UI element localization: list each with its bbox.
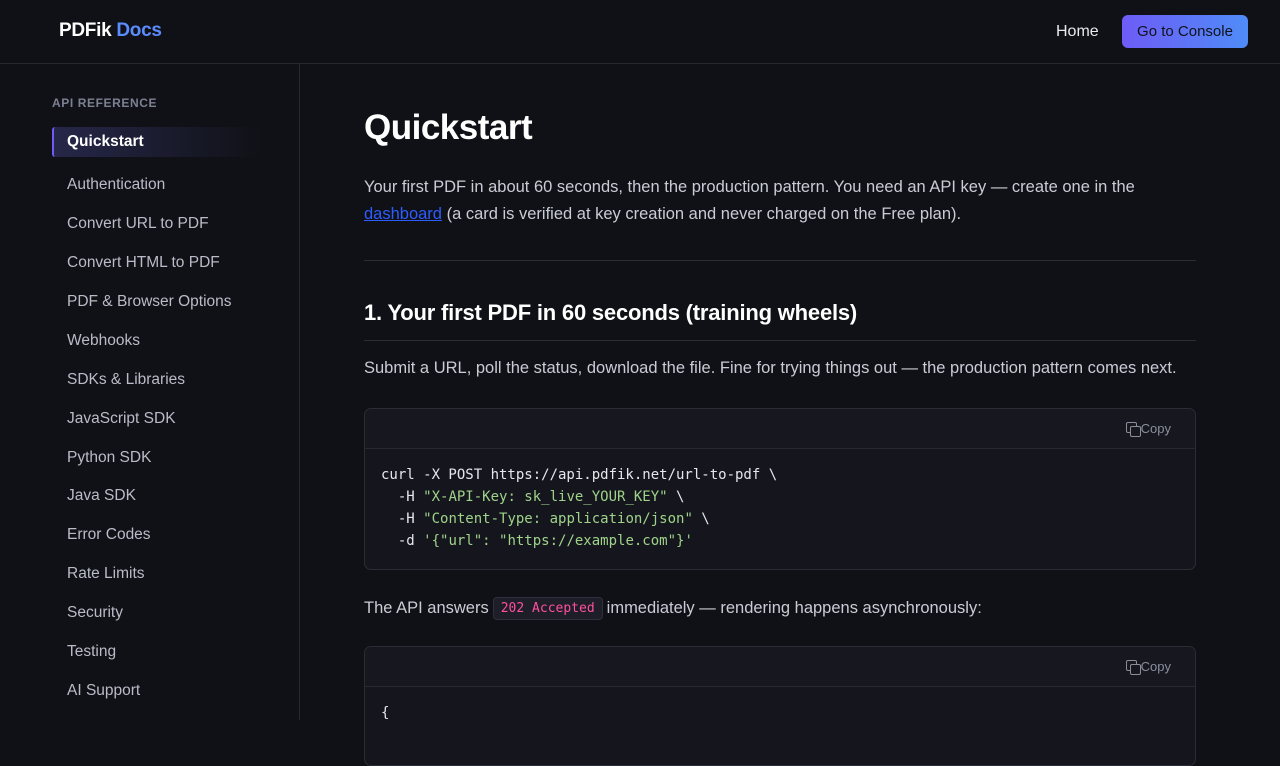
copy-icon [1125,421,1141,437]
top-bar: PDFik Docs Home Go to Console [0,0,1280,64]
sidebar: API REFERENCE Quickstart Authentication … [0,64,300,720]
copy-icon [1125,659,1141,675]
copy-label: Copy [1140,659,1171,674]
copy-button[interactable]: Copy [1125,659,1171,675]
sidebar-item-ai-support[interactable]: AI Support [52,671,262,710]
logo-brand: PDFik [59,20,112,41]
code-line-end: \ [692,511,710,527]
sidebar-item-javascript-sdk[interactable]: JavaScript SDK [52,399,262,438]
logo[interactable]: PDFik Docs [59,20,162,42]
sidebar-item-pdf-browser-options[interactable]: PDF & Browser Options [52,283,262,322]
code-line-end: \ [667,489,685,505]
sidebar-item-authentication[interactable]: Authentication [52,166,262,205]
code-flag: -H [381,489,424,505]
sidebar-item-convert-html-to-pdf[interactable]: Convert HTML to PDF [52,244,262,283]
go-to-console-button[interactable]: Go to Console [1122,15,1248,48]
code-block-response: Copy { [364,646,1196,766]
divider [364,340,1196,341]
sidebar-item-quickstart[interactable]: Quickstart [52,127,262,157]
sidebar-item-testing[interactable]: Testing [52,633,262,672]
code-line: { [381,705,390,721]
intro-text-before: Your first PDF in about 60 seconds, then… [364,178,1135,196]
logo-docs: Docs [116,20,162,41]
code-block-header: Copy [365,647,1195,687]
answer-text-before: The API answers [364,599,489,617]
intro-paragraph: Your first PDF in about 60 seconds, then… [364,174,1184,228]
code-string: "Content-Type: application/json" [423,511,693,527]
section-heading: 1. Your first PDF in 60 seconds (trainin… [364,300,858,325]
sidebar-item-rate-limits[interactable]: Rate Limits [52,555,262,594]
sidebar-item-python-sdk[interactable]: Python SDK [52,438,262,477]
dashboard-link[interactable]: dashboard [364,205,442,223]
section-paragraph: Submit a URL, poll the status, download … [364,359,1177,377]
code-string: '{"url": "https://example.com"}' [423,533,693,549]
code-string: "X-API-Key: sk_live_YOUR_KEY" [423,489,668,505]
sidebar-nav-list: Quickstart Authentication Convert URL to… [52,127,262,710]
divider [364,260,1196,261]
copy-button[interactable]: Copy [1125,421,1171,437]
code-content: { [365,687,1195,739]
answer-paragraph: The API answers 202 Accepted immediately… [364,597,982,620]
sidebar-item-security[interactable]: Security [52,594,262,633]
code-flag: -d [381,533,424,549]
sidebar-item-sdks-libraries[interactable]: SDKs & Libraries [52,360,262,399]
code-block-curl: Copy curl -X POST https://api.pdfik.net/… [364,408,1196,570]
code-content: curl -X POST https://api.pdfik.net/url-t… [365,449,1195,567]
code-line: curl -X POST https://api.pdfik.net/url-t… [381,467,778,483]
sidebar-item-java-sdk[interactable]: Java SDK [52,477,262,516]
status-code-inline: 202 Accepted [492,597,603,620]
sidebar-item-webhooks[interactable]: Webhooks [52,321,262,360]
sidebar-item-error-codes[interactable]: Error Codes [52,516,262,555]
nav-home-link[interactable]: Home [1056,23,1099,41]
sidebar-section-title: API REFERENCE [52,96,158,110]
sidebar-item-convert-url-to-pdf[interactable]: Convert URL to PDF [52,205,262,244]
answer-text-after: immediately — rendering happens asynchro… [606,599,982,617]
code-block-header: Copy [365,409,1195,449]
code-flag: -H [381,511,424,527]
intro-text-after: (a card is verified at key creation and … [441,205,962,223]
copy-label: Copy [1140,421,1171,436]
page-title: Quickstart [364,108,533,147]
